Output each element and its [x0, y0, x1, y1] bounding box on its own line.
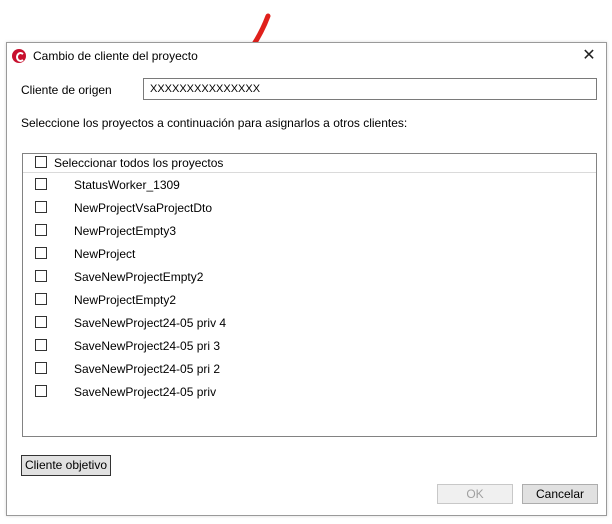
project-client-change-dialog: Cambio de cliente del proyecto ✕ Cliente… [6, 42, 607, 516]
list-item[interactable]: SaveNewProject24-05 priv [23, 383, 596, 405]
select-all-checkbox[interactable] [35, 156, 47, 168]
project-checkbox[interactable] [35, 362, 47, 374]
origin-client-label: Cliente de origen [21, 83, 112, 97]
project-checkbox[interactable] [35, 316, 47, 328]
list-item[interactable]: NewProjectVsaProjectDto [23, 199, 596, 221]
app-logo-icon [12, 49, 26, 63]
project-name: SaveNewProject24-05 pri 3 [74, 339, 221, 353]
project-name: NewProject [74, 247, 136, 261]
ok-button[interactable]: OK [437, 484, 513, 504]
list-item[interactable]: SaveNewProject24-05 pri 2 [23, 360, 596, 382]
project-name: SaveNewProject24-05 pri 2 [74, 362, 221, 376]
list-item[interactable]: SaveNewProject24-05 priv 4 [23, 314, 596, 336]
project-checkbox[interactable] [35, 224, 47, 236]
project-name: SaveNewProjectEmpty2 [74, 270, 204, 284]
project-checkbox[interactable] [35, 385, 47, 397]
list-item[interactable]: SaveNewProjectEmpty2 [23, 268, 596, 290]
project-checkbox[interactable] [35, 293, 47, 305]
list-item[interactable]: NewProjectEmpty3 [23, 222, 596, 244]
list-item[interactable]: NewProjectEmpty2 [23, 291, 596, 313]
project-name: NewProjectEmpty2 [74, 293, 177, 307]
project-checkbox[interactable] [35, 247, 47, 259]
window-title: Cambio de cliente del proyecto [33, 49, 198, 63]
project-name: NewProjectEmpty3 [74, 224, 177, 238]
title-bar: Cambio de cliente del proyecto ✕ [7, 43, 606, 71]
project-name: SaveNewProject24-05 priv 4 [74, 316, 227, 330]
list-item[interactable]: StatusWorker_1309 [23, 176, 596, 198]
project-checkbox[interactable] [35, 201, 47, 213]
list-item[interactable]: SaveNewProject24-05 pri 3 [23, 337, 596, 359]
projects-list[interactable]: Seleccionar todos los proyectos StatusWo… [22, 153, 597, 437]
cancel-button[interactable]: Cancelar [522, 484, 598, 504]
list-item[interactable]: NewProject [23, 245, 596, 267]
project-name: StatusWorker_1309 [74, 178, 180, 192]
project-checkbox[interactable] [35, 270, 47, 282]
project-name: SaveNewProject24-05 priv [74, 385, 217, 399]
origin-client-field[interactable]: XXXXXXXXXXXXXXX [143, 78, 597, 100]
project-checkbox[interactable] [35, 178, 47, 190]
list-header: Seleccionar todos los proyectos [23, 154, 596, 173]
close-icon[interactable]: ✕ [578, 46, 600, 66]
select-all-label[interactable]: Seleccionar todos los proyectos [54, 156, 223, 170]
instructions-text: Seleccione los proyectos a continuación … [21, 116, 408, 130]
project-name: NewProjectVsaProjectDto [74, 201, 213, 215]
target-client-button[interactable]: Cliente objetivo [21, 455, 111, 476]
project-checkbox[interactable] [35, 339, 47, 351]
